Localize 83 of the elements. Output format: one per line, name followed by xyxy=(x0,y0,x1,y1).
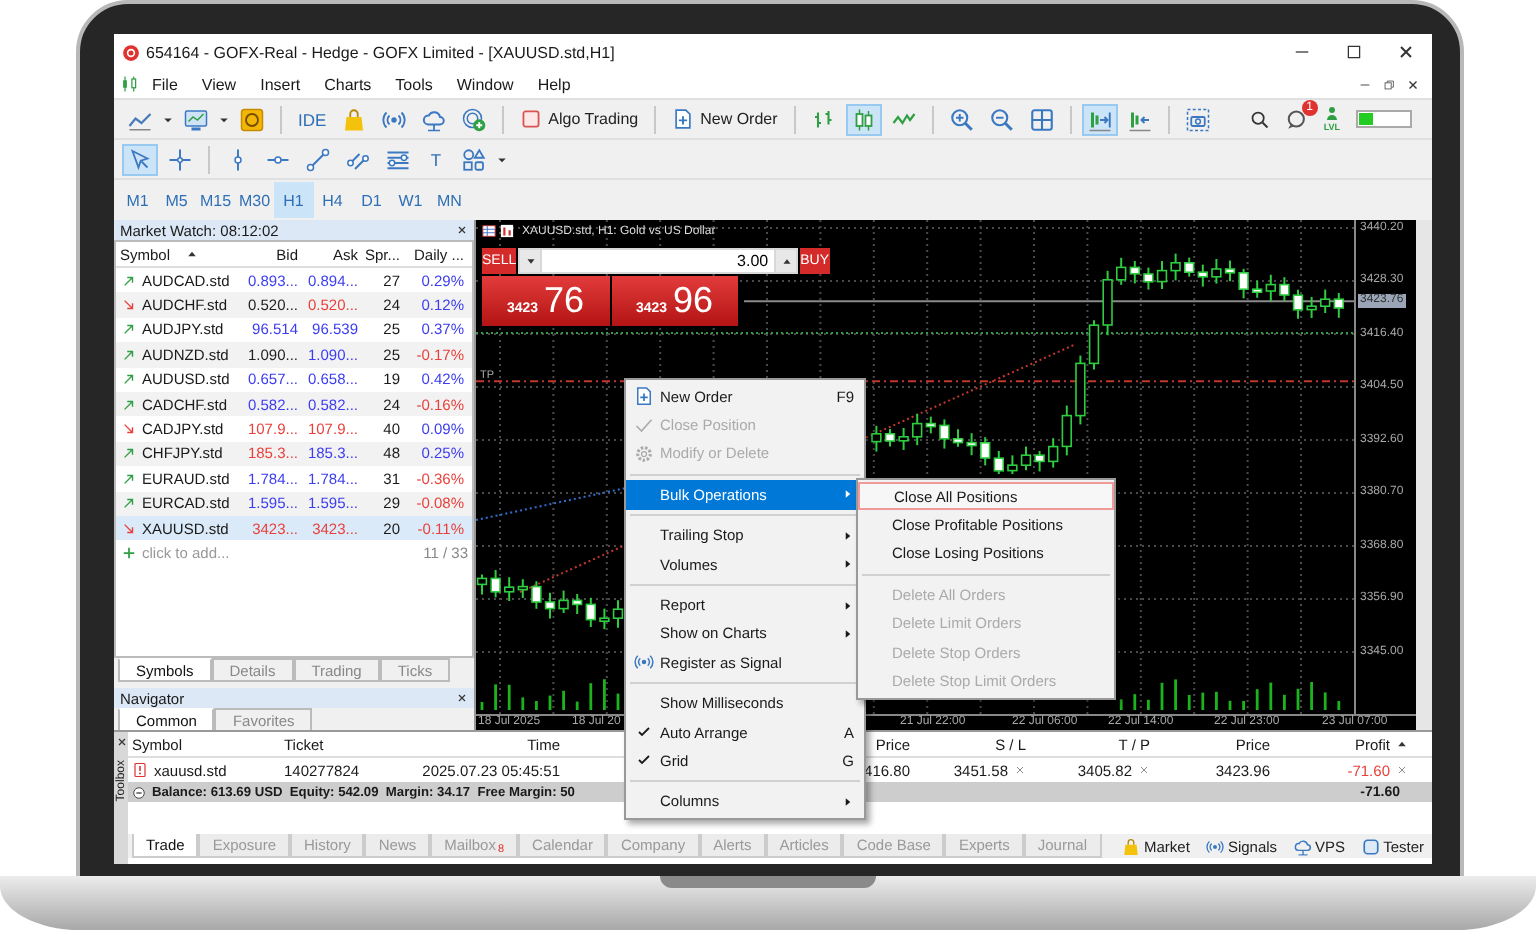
timeframe-button[interactable]: D1 xyxy=(352,182,391,218)
level-lines-icon xyxy=(386,147,410,171)
maximize-icon[interactable] xyxy=(1344,42,1364,62)
camera-icon xyxy=(1185,107,1210,131)
monitor-icon xyxy=(184,107,208,131)
collapse-icon[interactable] xyxy=(132,785,146,799)
chart-arrow-right-icon xyxy=(1087,107,1112,131)
zigzag-icon xyxy=(891,107,916,131)
square-icon xyxy=(520,108,543,130)
timeframe-button[interactable]: H1 xyxy=(274,182,313,218)
sort-arrow-icon xyxy=(1396,738,1408,750)
shopping-bag-icon xyxy=(342,107,367,131)
broadcast-icon xyxy=(634,652,654,673)
close-icon[interactable] xyxy=(1406,77,1420,91)
broadcast-icon xyxy=(382,107,407,131)
trade-line xyxy=(519,543,627,593)
restore-icon[interactable] xyxy=(1382,77,1396,91)
close-icon[interactable] xyxy=(1396,42,1416,62)
logo-icon xyxy=(122,43,140,61)
toolbar-button[interactable]: IDE xyxy=(292,103,333,135)
close-icon[interactable] xyxy=(456,224,468,236)
coin-icon xyxy=(240,107,264,131)
pointer-button[interactable] xyxy=(122,143,158,175)
chat-icon[interactable] xyxy=(1285,108,1308,130)
menu-item[interactable]: Charts xyxy=(312,75,384,93)
pointer-icon xyxy=(128,147,152,171)
chart-arrow-right-button[interactable] xyxy=(1081,103,1118,135)
menu-item[interactable]: Tools xyxy=(383,75,445,93)
caret-icon[interactable] xyxy=(162,113,174,125)
trend-line-icon xyxy=(306,147,330,171)
chart-icon xyxy=(500,224,514,238)
target-plus-icon xyxy=(462,107,487,131)
toolbar-button[interactable]: New Order xyxy=(666,103,784,135)
timeframe-button[interactable]: MN xyxy=(430,182,469,218)
bar-chart-icon xyxy=(811,107,836,131)
sort-arrow-icon xyxy=(186,248,199,260)
tick-icon xyxy=(634,415,654,436)
caret-icon[interactable] xyxy=(218,113,230,125)
crosshair-icon xyxy=(168,147,192,171)
toolbar-button[interactable]: Algo Trading xyxy=(514,103,645,135)
candlestick-button[interactable] xyxy=(845,103,882,135)
close-icon[interactable] xyxy=(456,692,468,704)
search-icon[interactable] xyxy=(1249,109,1270,129)
timeframe-button[interactable]: W1 xyxy=(391,182,430,218)
table-icon xyxy=(482,224,496,238)
cloud-icon xyxy=(1293,837,1312,855)
scrollbar[interactable] xyxy=(1416,220,1432,730)
volume-up-button[interactable] xyxy=(776,250,797,272)
document-plus-icon xyxy=(672,108,695,130)
volume-field[interactable]: 3.00 xyxy=(542,250,775,272)
shapes-icon xyxy=(462,147,486,171)
connection-meter-icon xyxy=(1356,110,1412,128)
rounded-square-icon xyxy=(1361,837,1380,855)
menu-item[interactable]: Window xyxy=(444,75,526,93)
timeframe-button[interactable]: M15 xyxy=(196,182,235,218)
timeframe-button[interactable]: M30 xyxy=(235,182,274,218)
toolbar-button[interactable]: T xyxy=(420,143,452,175)
person-icon[interactable] xyxy=(1323,106,1340,122)
down-triangle-icon xyxy=(523,254,538,268)
timeframe-button[interactable]: M1 xyxy=(118,182,157,218)
broadcast-icon xyxy=(1205,837,1224,855)
timeframe-button[interactable]: M5 xyxy=(157,182,196,218)
plus-icon xyxy=(122,545,136,560)
line-chart-icon xyxy=(128,107,152,131)
menu-item[interactable]: Insert xyxy=(248,75,313,93)
shopping-bag-icon xyxy=(1122,837,1141,855)
menu-item[interactable]: Help xyxy=(525,75,583,93)
up-triangle-icon xyxy=(779,254,794,268)
candlestick-icon xyxy=(851,107,876,131)
zoom-in-icon xyxy=(949,107,974,131)
menu-item[interactable]: File xyxy=(140,75,190,93)
volume-down-button[interactable] xyxy=(520,250,541,272)
close-icon[interactable] xyxy=(115,736,127,748)
grid-icon xyxy=(1029,107,1054,131)
timeframe-button[interactable]: H4 xyxy=(313,182,352,218)
menu-item[interactable]: View xyxy=(189,75,249,93)
caret-icon[interactable] xyxy=(496,153,508,165)
chart-arrow-left-icon xyxy=(1127,107,1152,131)
document-plus-icon xyxy=(634,386,654,407)
window-title: 654164 - GOFX-Real - Hedge - GOFX Limited - [XAUUSD.std,H1] xyxy=(146,43,615,61)
gear-icon xyxy=(634,443,654,464)
cloud-icon xyxy=(422,107,447,131)
zoom-out-icon xyxy=(989,107,1014,131)
